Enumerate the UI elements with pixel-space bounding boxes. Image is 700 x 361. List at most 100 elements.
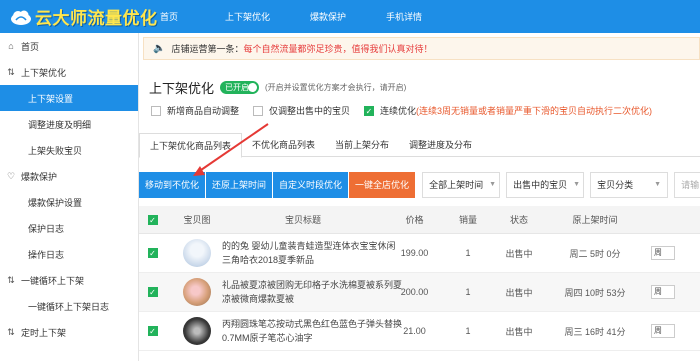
product-thumbnail[interactable]: [183, 239, 211, 267]
select-value: 全部上架时间: [429, 180, 484, 190]
header-price: 价格: [405, 215, 424, 225]
product-thumbnail[interactable]: [183, 317, 211, 345]
select-value: 出售中的宝贝: [513, 180, 568, 190]
product-price: 200.00: [400, 287, 429, 297]
product-status: 出售中: [505, 287, 533, 298]
product-title-cell: 丙翔圆珠笔芯按动式黑色红色蓝色子弹头替换0.7MM原子笔芯心油字: [222, 317, 402, 345]
sidebar-group-timed-listing[interactable]: ⇅ 定时上下架: [0, 319, 138, 345]
row-checkbox[interactable]: ✓: [147, 326, 158, 336]
header-image: 宝贝图: [183, 215, 211, 225]
tab-progress-distribution[interactable]: 调整进度及分布: [399, 133, 482, 157]
one-click-optimize-button[interactable]: 一键全店优化: [349, 172, 416, 198]
product-image-cell: [172, 239, 222, 267]
top-bar: 云大师流量优化 首页 上下架优化 爆款保护 手机详情: [0, 0, 700, 33]
option-only-on-sale[interactable]: 仅调整出售中的宝贝: [253, 104, 350, 117]
checkbox-checked[interactable]: ✓: [364, 105, 375, 116]
product-listing-time: 周二 5时 0分: [569, 248, 621, 259]
page-title: 上下架优化: [149, 81, 215, 96]
weekday-select[interactable]: 周: [651, 285, 675, 299]
option-description: (连续3周无销量或者销量严重下滑的宝贝自动执行二次优化): [416, 106, 653, 116]
notice-message: 每个自然流量都弥足珍贵，值得我们认真对待！: [243, 44, 433, 54]
sidebar-group-label: 一键循环上下架: [21, 275, 85, 286]
sidebar-group-label: 上下架优化: [21, 67, 67, 78]
custom-period-optimize-button[interactable]: 自定义时段优化: [273, 172, 349, 198]
category-select[interactable]: 宝贝分类 ▼: [590, 172, 669, 198]
title-hint: (开启并设置优化方案才会执行，请开启): [265, 83, 407, 92]
tab-bar: 上下架优化商品列表 不优化商品列表 当前上架分布 调整进度及分布: [139, 133, 700, 158]
product-price: 21.00: [403, 326, 426, 336]
toolbar: 移动到不优化 还原上架时间 自定义时段优化 一键全店优化 全部上架时间 ▼ 出售…: [139, 172, 700, 198]
checkbox[interactable]: [151, 105, 161, 116]
product-sales: 1: [465, 248, 471, 258]
option-label: 连续优化: [380, 106, 417, 116]
sidebar-item-failed-items[interactable]: 上架失败宝贝: [0, 137, 138, 163]
sidebar-item-label: 首页: [21, 41, 40, 52]
top-navigation: 首页 上下架优化 爆款保护 手机详情: [160, 0, 462, 33]
listing-time-select[interactable]: 全部上架时间 ▼: [422, 172, 501, 198]
option-continuous-optimize[interactable]: ✓ 连续优化 (连续3周无销量或者销量严重下滑的宝贝自动执行二次优化): [364, 104, 652, 117]
product-listing-time: 周四 10时 53分: [564, 287, 626, 298]
brand-logo[interactable]: 云大师流量优化: [0, 0, 157, 33]
sidebar-group-cycle-listing[interactable]: ⇅ 一键循环上下架: [0, 267, 138, 293]
sidebar-item-progress-detail[interactable]: 调整进度及明细: [0, 111, 138, 137]
topnav-hot-protect[interactable]: 爆款保护: [310, 10, 346, 23]
sidebar-item-protect-log[interactable]: 保护日志: [0, 215, 138, 241]
product-price: 199.00: [400, 248, 429, 258]
search-placeholder: 请输: [681, 180, 700, 190]
tab-no-optimize-list[interactable]: 不优化商品列表: [242, 133, 325, 157]
item-status-select[interactable]: 出售中的宝贝 ▼: [506, 172, 585, 198]
extra-cell: 周: [643, 324, 700, 338]
topnav-home[interactable]: 首页: [160, 10, 178, 23]
product-status: 出售中: [505, 248, 533, 259]
tab-optimize-list[interactable]: 上下架优化商品列表: [139, 133, 243, 158]
table-row[interactable]: ✓ 丙翔圆珠笔芯按动式黑色红色蓝色子弹头替换0.7MM原子笔芯心油字 21.00…: [139, 312, 700, 351]
tab-current-distribution[interactable]: 当前上架分布: [325, 133, 399, 157]
checkbox[interactable]: [253, 105, 264, 116]
topnav-mobile-detail[interactable]: 手机详情: [386, 10, 422, 23]
search-input[interactable]: 请输: [674, 172, 700, 198]
option-label: 新增商品自动调整: [167, 106, 240, 116]
chevron-down-icon: ▼: [489, 181, 497, 188]
header-status: 状态: [509, 215, 528, 225]
brand-name: 云大师流量优化: [35, 9, 158, 29]
sidebar-item-protect-settings[interactable]: 爆款保护设置: [0, 189, 138, 215]
sidebar-group-hot-protect[interactable]: ♡ 爆款保护: [0, 163, 138, 189]
sort-arrows-icon: ⇅: [7, 326, 15, 337]
product-title[interactable]: 礼品被夏凉被团购无印格子水洗棉夏被系列夏凉被微商爆款夏被: [222, 278, 402, 306]
product-title-cell: 礼品被夏凉被团购无印格子水洗棉夏被系列夏凉被微商爆款夏被: [222, 278, 402, 306]
sidebar-item-home[interactable]: ⌂ 首页: [0, 33, 138, 59]
toggle-label: 已开启: [225, 83, 250, 92]
weekday-select[interactable]: 周: [651, 324, 675, 338]
enable-toggle[interactable]: 已开启: [220, 81, 260, 94]
weekday-select[interactable]: 周: [651, 246, 675, 260]
chevron-down-icon: ▼: [654, 181, 662, 188]
product-title[interactable]: 丙翔圆珠笔芯按动式黑色红色蓝色子弹头替换0.7MM原子笔芯心油字: [222, 317, 402, 345]
row-checkbox[interactable]: ✓: [147, 248, 158, 258]
table-row[interactable]: ✓ 的的兔 婴幼儿童装青蛙造型连体衣宝宝休闲三角哈衣2018夏季新品 199.0…: [139, 234, 700, 273]
sidebar-item-listing-settings[interactable]: 上下架设置: [0, 85, 138, 111]
row-checkbox-cell: ✓: [139, 326, 172, 336]
product-thumbnail[interactable]: [183, 278, 211, 306]
product-sales: 1: [465, 326, 471, 336]
sidebar-item-operation-log[interactable]: 操作日志: [0, 241, 138, 267]
header-title: 宝贝标题: [284, 215, 321, 225]
option-auto-adjust-new[interactable]: 新增商品自动调整: [151, 104, 239, 117]
table-row[interactable]: ✓ 礼品被夏凉被团购无印格子水洗棉夏被系列夏凉被微商爆款夏被 200.00 1 …: [139, 273, 700, 312]
sidebar-item-cycle-log[interactable]: 一键循环上下架日志: [0, 293, 138, 319]
restore-listing-time-button[interactable]: 还原上架时间: [206, 172, 273, 198]
row-checkbox[interactable]: ✓: [147, 287, 158, 297]
options-row: 新增商品自动调整 仅调整出售中的宝贝 ✓ 连续优化 (连续3周无销量或者销量严重…: [151, 104, 666, 117]
notice-bar: 🔈 店铺运营第一条： 每个自然流量都弥足珍贵，值得我们认真对待！: [143, 37, 700, 60]
sidebar-group-listing[interactable]: ⇅ 上下架优化: [0, 59, 138, 85]
move-to-no-optimize-button[interactable]: 移动到不优化: [139, 172, 206, 198]
sidebar-group-label: 爆款保护: [21, 171, 58, 182]
select-value: 宝贝分类: [597, 180, 634, 190]
topnav-listing-optimize[interactable]: 上下架优化: [225, 10, 270, 23]
speaker-icon: 🔈: [153, 43, 166, 54]
sort-arrows-icon: ⇅: [7, 274, 15, 285]
product-title[interactable]: 的的兔 婴幼儿童装青蛙造型连体衣宝宝休闲三角哈衣2018夏季新品: [222, 239, 402, 267]
select-all-checkbox[interactable]: ✓: [147, 214, 158, 225]
header-sales: 销量: [458, 215, 477, 225]
title-row: 上下架优化 已开启 (开启并设置优化方案才会执行，请开启): [149, 78, 406, 97]
header-listing-time: 原上架时间: [572, 215, 618, 225]
